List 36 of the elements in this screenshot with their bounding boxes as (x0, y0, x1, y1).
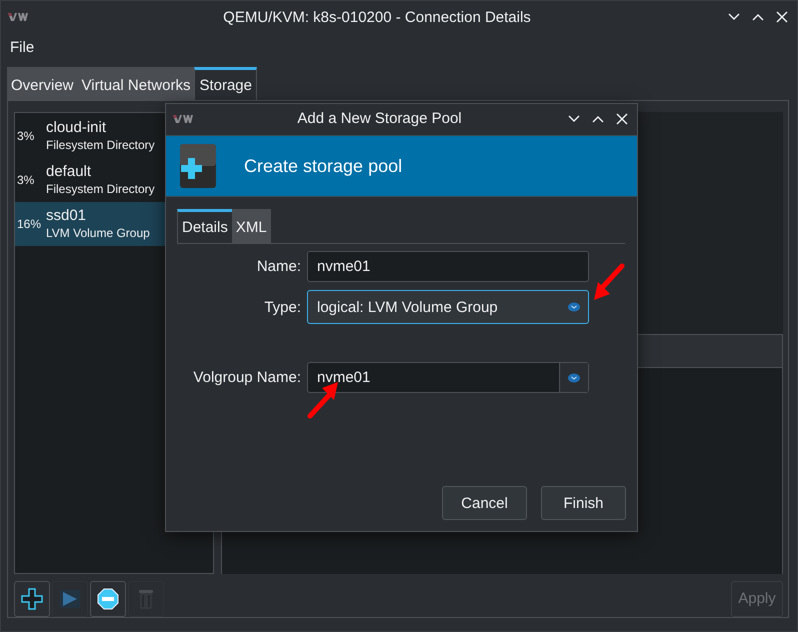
tab[interactable]: Overview (7, 67, 78, 100)
field-label: Type: (263, 298, 301, 316)
pool-type: Filesystem Directory (46, 137, 155, 153)
usage-percent: 16% (17, 217, 42, 231)
pool-type: Filesystem Directory (46, 181, 155, 197)
stop-pool-button[interactable] (90, 580, 126, 617)
usage-percent: 3% (17, 173, 36, 187)
banner-title: Create storage pool (244, 156, 402, 176)
close-icon (775, 10, 789, 24)
usage-percent: 3% (17, 129, 36, 143)
pool-name: ssd01 (46, 207, 88, 225)
plus-icon (20, 586, 44, 611)
add-pool-button[interactable] (14, 580, 50, 617)
pool-name: default (46, 163, 92, 181)
cancel-button[interactable]: Cancel (442, 486, 527, 520)
close-icon (615, 112, 629, 126)
type-dropdown[interactable]: logical: LVM Volume Group (307, 290, 589, 324)
caret-icon (568, 302, 580, 312)
volgroup-combo[interactable]: nvme01 (307, 362, 589, 393)
pool-type: LVM Volume Group (46, 225, 150, 241)
stop-icon (96, 586, 120, 611)
vm-logo-icon (172, 112, 194, 124)
name-field[interactable]: nvme01 (307, 251, 589, 282)
tab[interactable]: Details (177, 209, 232, 243)
menu-item[interactable]: File (10, 38, 34, 56)
tab[interactable]: XML (232, 209, 271, 243)
tab[interactable]: Storage (194, 67, 257, 100)
field-label: Volgroup Name: (192, 369, 301, 386)
finish-button[interactable]: Finish (541, 486, 626, 520)
field-label: Name: (256, 258, 301, 275)
caret-icon (568, 372, 580, 382)
vm-logo-icon (7, 11, 29, 23)
tab[interactable]: Virtual Networks (78, 67, 194, 100)
window-title: Add a New Storage Pool (296, 110, 463, 127)
pool-name: cloud-init (46, 119, 108, 137)
window-title: QEMU/KVM: k8s-010200 - Connection Details (222, 8, 532, 26)
